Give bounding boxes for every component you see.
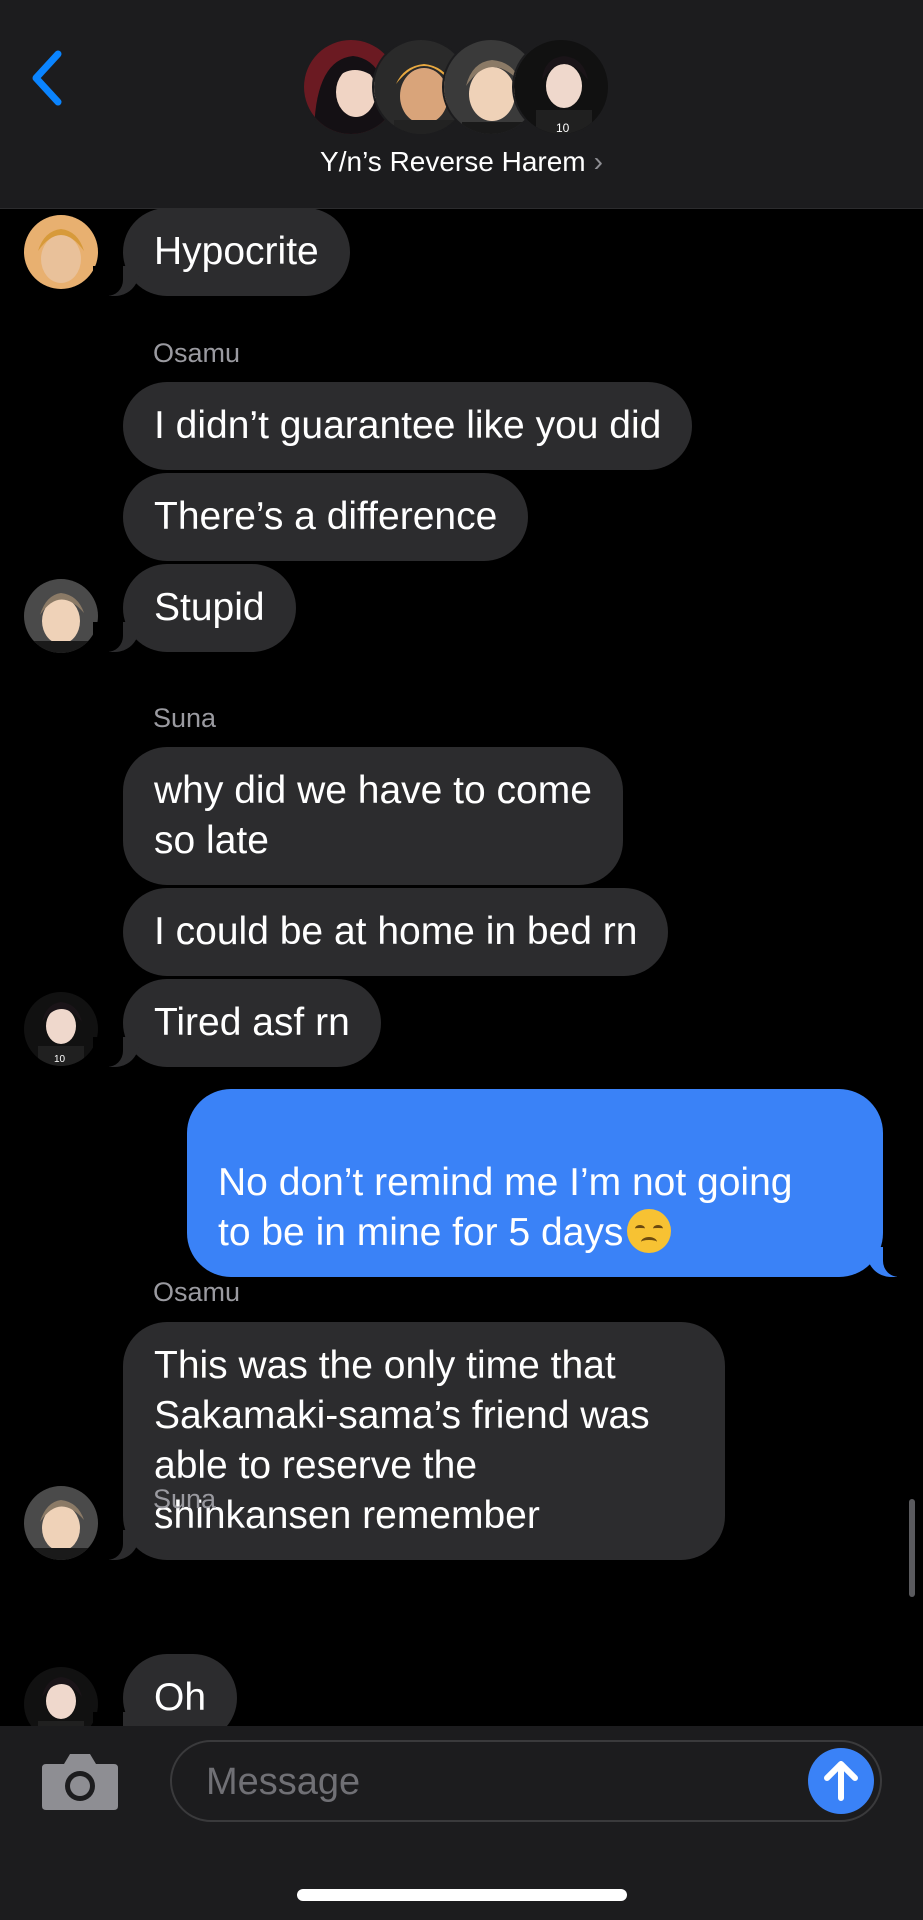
arrow-up-icon <box>824 1761 858 1801</box>
back-chevron-icon[interactable] <box>28 48 68 108</box>
conversation-header: 10 Y/n’s Reverse Harem › <box>0 0 923 209</box>
avatar-atsumu[interactable] <box>24 215 98 289</box>
group-name-label: Y/n’s Reverse Harem <box>320 146 586 177</box>
camera-icon[interactable] <box>40 1748 120 1812</box>
message-input[interactable] <box>204 1742 768 1822</box>
message-bubble[interactable]: Stupid <box>93 564 296 652</box>
message-bubble[interactable]: I could be at home in bed rn <box>123 888 669 976</box>
avatar-osamu[interactable] <box>24 579 98 653</box>
message-bubble[interactable]: This was the only time that Sakamaki-sam… <box>93 1322 725 1560</box>
message-bubble[interactable]: Tired asf rn <box>93 979 381 1067</box>
avatar-suna[interactable]: 10 <box>24 992 98 1066</box>
scrollbar-thumb[interactable] <box>909 1499 915 1597</box>
sender-name: Suna <box>153 1484 217 1514</box>
sender-name: Osamu <box>153 338 241 368</box>
message-thread[interactable]: Hypocrite Osamu I didn’t guarantee like … <box>0 209 923 1726</box>
message-bubble[interactable]: why did we have to come so late <box>123 747 623 885</box>
svg-text:10: 10 <box>556 121 570 135</box>
message-text: No don’t remind me I’m not going to be i… <box>218 1161 793 1254</box>
message-bubble[interactable]: Hypocrite <box>93 209 350 296</box>
group-avatars[interactable]: 10 <box>302 38 622 136</box>
svg-text:10: 10 <box>54 1054 66 1065</box>
message-bubble[interactable]: Oh <box>92 1654 238 1726</box>
avatar-suna[interactable] <box>24 1667 98 1726</box>
message-bubble[interactable]: I didn’t guarantee like you did <box>123 382 693 470</box>
send-button[interactable] <box>808 1748 874 1814</box>
compose-bar <box>0 1726 923 1920</box>
outgoing-message-bubble[interactable]: No don’t remind me I’m not going to be i… <box>187 1089 913 1277</box>
sender-name: Suna <box>153 703 217 733</box>
message-input-field[interactable] <box>170 1740 882 1822</box>
group-name-title[interactable]: Y/n’s Reverse Harem › <box>0 146 923 178</box>
message-bubble[interactable]: There’s a difference <box>123 473 529 561</box>
disappointed-face-emoji-icon <box>627 1209 672 1253</box>
home-indicator[interactable] <box>297 1889 627 1901</box>
group-member-avatar: 10 <box>512 38 610 136</box>
sender-name: Osamu <box>153 1277 241 1307</box>
chevron-right-icon: › <box>593 146 603 177</box>
avatar-osamu[interactable] <box>24 1486 98 1560</box>
